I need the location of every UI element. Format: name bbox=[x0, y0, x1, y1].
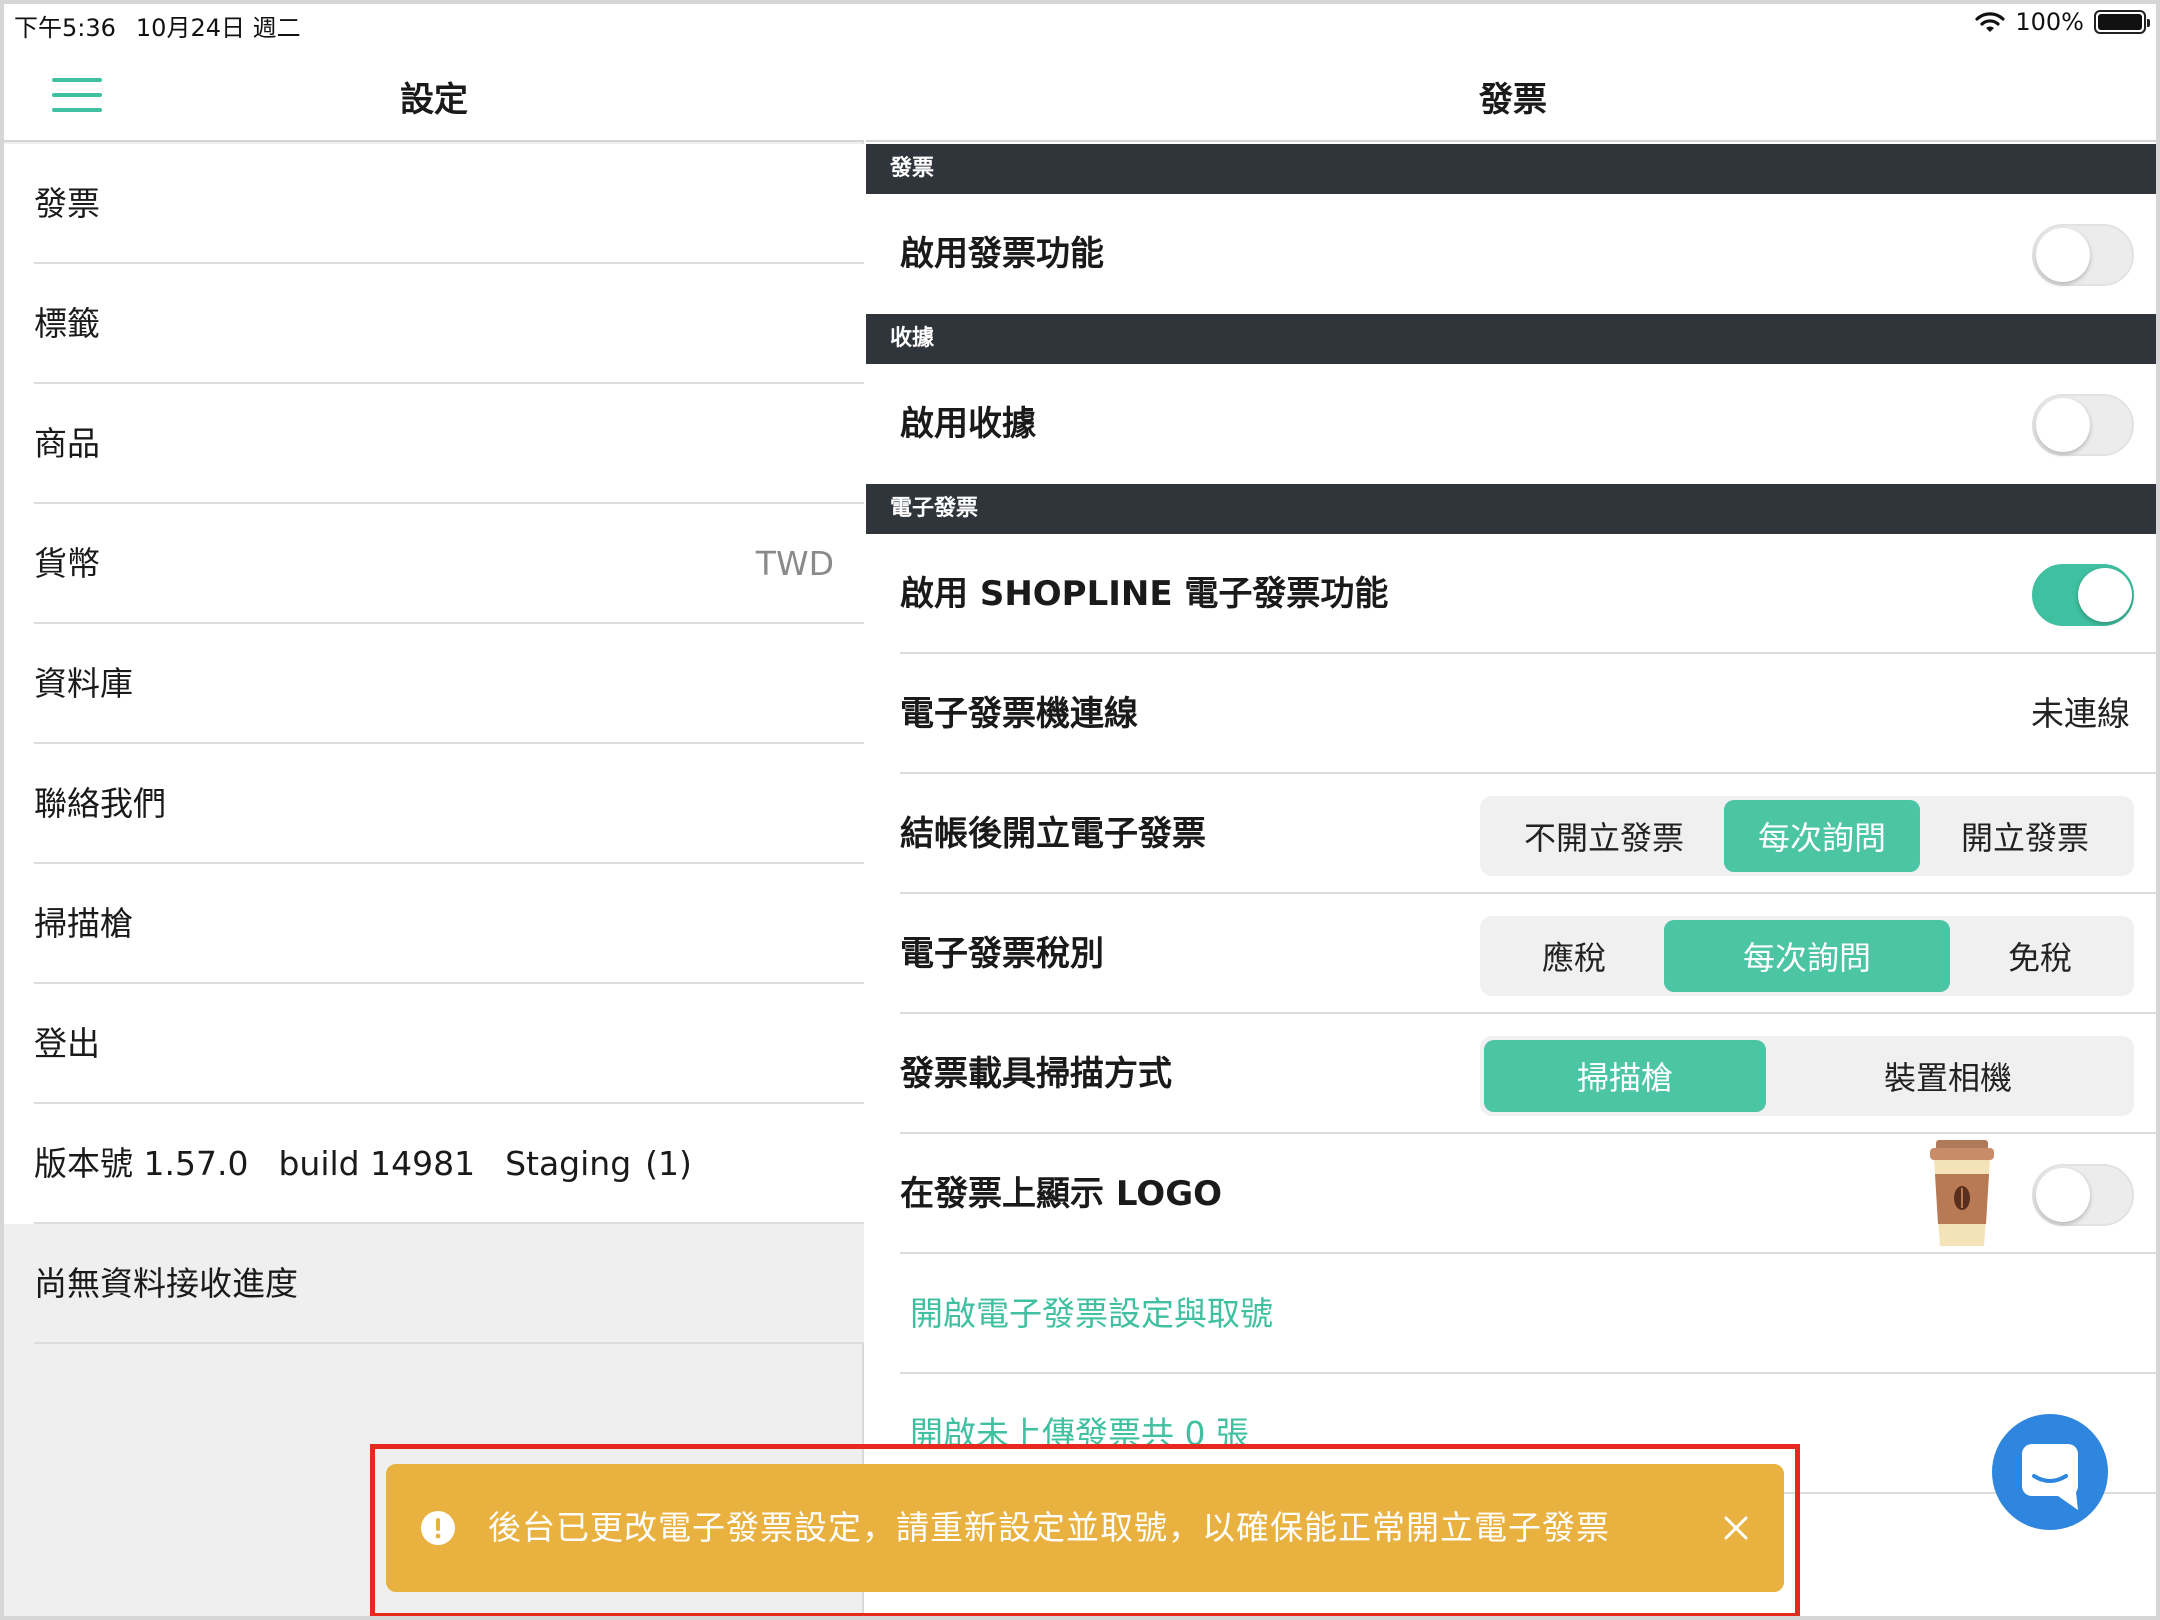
sidebar-title: 設定 bbox=[400, 80, 468, 120]
sidebar-item-label: 聯絡我們 bbox=[34, 784, 166, 823]
enable-receipt-label: 啟用收據 bbox=[900, 404, 1036, 444]
einvoice-settings-link[interactable]: 開啟電子發票設定與取號 bbox=[910, 1254, 1273, 1374]
sidebar-item-currency[interactable]: 貨幣 TWD bbox=[4, 504, 864, 624]
tax-type-segmented-control: 應稅 每次詢問 免稅 bbox=[1480, 916, 2134, 996]
show-logo-label: 在發票上顯示 LOGO bbox=[900, 1174, 1223, 1214]
einvoice-connection-status: 未連線 bbox=[2031, 694, 2130, 733]
enable-invoice-row: 啟用發票功能 bbox=[866, 194, 2156, 314]
carrier-scan-row: 發票載具掃描方式 掃描槍 裝置相機 bbox=[866, 1014, 2156, 1134]
version-number: 版本號 1.57.0 bbox=[34, 1144, 249, 1183]
build-number: build 14981 bbox=[278, 1144, 476, 1183]
section-header-receipt: 收據 bbox=[866, 314, 2156, 364]
sidebar-item-label: 發票 bbox=[34, 184, 100, 223]
warning-toast: 後台已更改電子發票設定，請重新設定並取號，以確保能正常開立電子發票 bbox=[386, 1464, 1784, 1592]
sidebar-item-label: 商品 bbox=[34, 424, 100, 463]
sidebar-item-products[interactable]: 商品 bbox=[4, 384, 864, 504]
status-bar: 下午5:36 10月24日 週二 100% bbox=[4, 4, 2156, 44]
environment-label: Staging bbox=[505, 1144, 632, 1183]
wifi-icon bbox=[1975, 12, 2005, 32]
enable-einvoice-toggle[interactable] bbox=[2032, 564, 2134, 626]
scan-method-segmented-control: 掃描槍 裝置相機 bbox=[1480, 1036, 2134, 1116]
environment-count: (1) bbox=[645, 1144, 692, 1183]
app-window: 設定 發票 標籤 商品 貨幣 TWD 資料庫 聯絡我們 掃描槍 登出 版本號 1… bbox=[0, 0, 2160, 1620]
sidebar-item-label: 登出 bbox=[34, 1024, 100, 1063]
sidebar-item-label: 標籤 bbox=[34, 304, 100, 343]
sidebar-item-label: 貨幣 bbox=[34, 544, 100, 583]
settings-sidebar: 設定 發票 標籤 商品 貨幣 TWD 資料庫 聯絡我們 掃描槍 登出 版本號 1… bbox=[4, 4, 864, 1616]
sync-progress-row: 尚無資料接收進度 bbox=[4, 1224, 864, 1344]
enable-receipt-toggle[interactable] bbox=[2032, 394, 2134, 456]
einvoice-settings-link-row[interactable]: 開啟電子發票設定與取號 bbox=[866, 1254, 2156, 1374]
issue-after-checkout-row: 結帳後開立電子發票 不開立發票 每次詢問 開立發票 bbox=[866, 774, 2156, 894]
battery-percentage: 100% bbox=[2015, 8, 2084, 36]
scan-option-scanner[interactable]: 掃描槍 bbox=[1484, 1040, 1766, 1112]
tax-option-taxable[interactable]: 應稅 bbox=[1484, 920, 1664, 992]
sidebar-item-contact[interactable]: 聯絡我們 bbox=[4, 744, 864, 864]
chat-support-button[interactable] bbox=[1992, 1414, 2108, 1530]
issue-mode-segmented-control: 不開立發票 每次詢問 開立發票 bbox=[1480, 796, 2134, 876]
einvoice-connection-row[interactable]: 電子發票機連線 未連線 bbox=[866, 654, 2156, 774]
enable-einvoice-row: 啟用 SHOPLINE 電子發票功能 bbox=[866, 534, 2156, 654]
status-time: 下午5:36 bbox=[14, 14, 116, 42]
sidebar-item-database[interactable]: 資料庫 bbox=[4, 624, 864, 744]
sidebar-item-label: 掃描槍 bbox=[34, 904, 133, 943]
enable-invoice-label: 啟用發票功能 bbox=[900, 234, 1104, 274]
enable-invoice-toggle[interactable] bbox=[2032, 224, 2134, 286]
sidebar-item-tags[interactable]: 標籤 bbox=[4, 264, 864, 384]
issue-option-none[interactable]: 不開立發票 bbox=[1484, 800, 1724, 872]
einvoice-connection-label: 電子發票機連線 bbox=[900, 694, 1138, 734]
tax-type-row: 電子發票稅別 應稅 每次詢問 免稅 bbox=[866, 894, 2156, 1014]
section-header-invoice: 發票 bbox=[866, 144, 2156, 194]
invoice-settings-panel: 發票 發票 啟用發票功能 收據 啟用收據 電子發票 啟用 SHOPLINE 電子… bbox=[866, 4, 2156, 1616]
tax-type-label: 電子發票稅別 bbox=[900, 934, 1104, 974]
show-logo-toggle[interactable] bbox=[2032, 1164, 2134, 1226]
tax-option-exempt[interactable]: 免稅 bbox=[1950, 920, 2130, 992]
version-info: 版本號 1.57.0 build 14981 Staging (1) bbox=[4, 1104, 864, 1224]
sidebar-item-scanner[interactable]: 掃描槍 bbox=[4, 864, 864, 984]
coffee-cup-icon bbox=[1930, 1140, 1994, 1246]
issue-option-issue[interactable]: 開立發票 bbox=[1920, 800, 2130, 872]
toast-message: 後台已更改電子發票設定，請重新設定並取號，以確保能正常開立電子發票 bbox=[488, 1508, 1610, 1547]
issue-after-checkout-label: 結帳後開立電子發票 bbox=[900, 814, 1206, 854]
sidebar-item-label: 資料庫 bbox=[34, 664, 133, 703]
sidebar-item-invoice[interactable]: 發票 bbox=[4, 144, 864, 264]
enable-einvoice-label: 啟用 SHOPLINE 電子發票功能 bbox=[900, 574, 1389, 614]
status-date: 10月24日 週二 bbox=[135, 14, 301, 42]
scan-option-camera[interactable]: 裝置相機 bbox=[1766, 1040, 2130, 1112]
sidebar-item-logout[interactable]: 登出 bbox=[4, 984, 864, 1104]
close-icon[interactable] bbox=[1716, 1508, 1756, 1548]
settings-list: 發票 標籤 商品 貨幣 TWD 資料庫 聯絡我們 掃描槍 登出 版本號 1.57… bbox=[4, 144, 864, 1344]
panel-title: 發票 bbox=[1479, 80, 1547, 120]
currency-value: TWD bbox=[755, 544, 834, 583]
carrier-scan-label: 發票載具掃描方式 bbox=[900, 1054, 1172, 1094]
enable-receipt-row: 啟用收據 bbox=[866, 364, 2156, 484]
tax-option-ask[interactable]: 每次詢問 bbox=[1664, 920, 1950, 992]
section-header-einvoice: 電子發票 bbox=[866, 484, 2156, 534]
sync-progress-text: 尚無資料接收進度 bbox=[34, 1264, 298, 1303]
issue-option-ask[interactable]: 每次詢問 bbox=[1724, 800, 1920, 872]
warning-icon bbox=[421, 1511, 455, 1545]
chat-bubble-icon bbox=[2022, 1444, 2078, 1510]
battery-icon bbox=[2094, 10, 2150, 34]
